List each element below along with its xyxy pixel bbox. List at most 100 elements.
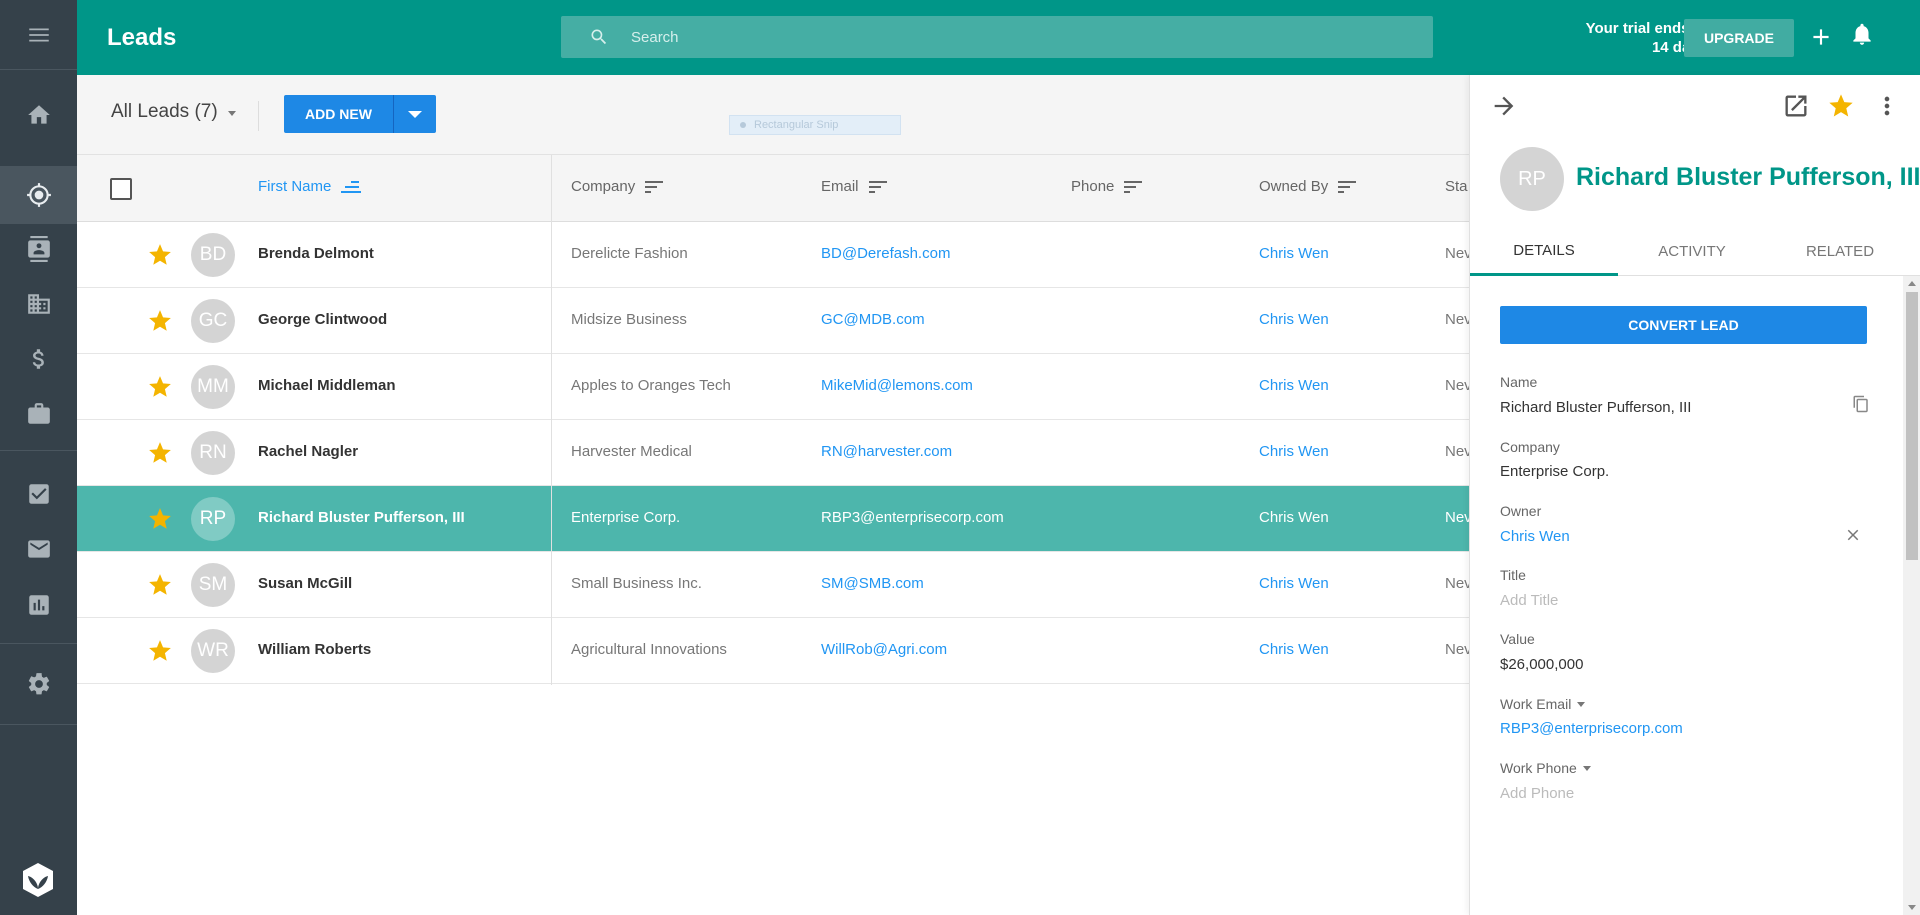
col-status[interactable]: Sta bbox=[1445, 178, 1468, 195]
nav-reports[interactable] bbox=[0, 577, 77, 633]
panel-scrollbar[interactable] bbox=[1903, 276, 1920, 915]
bell-icon[interactable] bbox=[1849, 21, 1875, 47]
nav-tasks[interactable] bbox=[0, 466, 77, 522]
table-row[interactable]: MM Michael Middleman Apples to Oranges Tec… bbox=[77, 354, 1469, 420]
cell-owned-by[interactable]: Chris Wen bbox=[1259, 509, 1329, 526]
cell-email[interactable]: GC@MDB.com bbox=[821, 311, 925, 328]
cell-company[interactable]: Apples to Oranges Tech bbox=[571, 377, 731, 394]
nav-companies[interactable] bbox=[0, 276, 77, 332]
field-work-email-label[interactable]: Work Email bbox=[1500, 696, 1586, 712]
cell-first-name[interactable]: Richard Bluster Pufferson, III bbox=[258, 509, 465, 526]
search-input[interactable] bbox=[631, 16, 1411, 58]
cell-owned-by[interactable]: Chris Wen bbox=[1259, 443, 1329, 460]
convert-lead-button[interactable]: CONVERT LEAD bbox=[1500, 306, 1867, 344]
star-icon[interactable] bbox=[1827, 92, 1855, 120]
scroll-down-arrow-icon[interactable] bbox=[1908, 905, 1916, 910]
nav-contacts[interactable] bbox=[0, 221, 77, 277]
cell-owned-by[interactable]: Chris Wen bbox=[1259, 377, 1329, 394]
cell-status: Nev bbox=[1445, 443, 1469, 460]
table-row[interactable]: SM Susan McGill Small Business Inc. SM@SMB.… bbox=[77, 552, 1469, 618]
col-company[interactable]: Company bbox=[571, 178, 665, 195]
field-title-input[interactable]: Add Title bbox=[1500, 592, 1558, 609]
scrollbar-thumb[interactable] bbox=[1906, 292, 1918, 560]
col-phone-label: Phone bbox=[1071, 178, 1115, 195]
nav-projects[interactable] bbox=[0, 386, 77, 442]
scroll-up-arrow-icon[interactable] bbox=[1908, 281, 1916, 286]
tab-related[interactable]: RELATED bbox=[1766, 227, 1914, 276]
cell-owned-by[interactable]: Chris Wen bbox=[1259, 245, 1329, 262]
cell-email[interactable]: BD@Derefash.com bbox=[821, 245, 950, 262]
nav-mail[interactable] bbox=[0, 521, 77, 577]
cell-first-name[interactable]: William Roberts bbox=[258, 641, 371, 658]
cell-company[interactable]: Enterprise Corp. bbox=[571, 509, 680, 526]
cell-company[interactable]: Agricultural Innovations bbox=[571, 641, 727, 658]
table-row[interactable]: BD Brenda Delmont Derelicte Fashion BD@Dere… bbox=[77, 222, 1469, 288]
field-name-value[interactable]: Richard Bluster Pufferson, III bbox=[1500, 399, 1691, 416]
cell-first-name[interactable]: Rachel Nagler bbox=[258, 443, 358, 460]
cell-first-name[interactable]: George Clintwood bbox=[258, 311, 387, 328]
col-first-name[interactable]: First Name bbox=[258, 178, 362, 195]
open-external-icon[interactable] bbox=[1782, 92, 1810, 120]
star-icon[interactable] bbox=[147, 572, 173, 598]
nav-home[interactable] bbox=[0, 87, 77, 143]
add-new-button[interactable]: ADD NEW bbox=[284, 95, 393, 133]
more-vert-icon[interactable] bbox=[1873, 92, 1901, 120]
col-first-name-label: First Name bbox=[258, 178, 332, 195]
work-phone-label-text: Work Phone bbox=[1500, 760, 1577, 776]
col-phone[interactable]: Phone bbox=[1071, 178, 1144, 195]
table-row[interactable]: RP Richard Bluster Pufferson, III Enterpri… bbox=[77, 486, 1469, 552]
cell-email[interactable]: WillRob@Agri.com bbox=[821, 641, 947, 658]
table-row[interactable]: GC George Clintwood Midsize Business GC@MDB… bbox=[77, 288, 1469, 354]
plus-icon[interactable] bbox=[1808, 24, 1834, 50]
tab-details[interactable]: DETAILS bbox=[1470, 227, 1618, 276]
table-row[interactable]: RN Rachel Nagler Harvester Medical RN@harve… bbox=[77, 420, 1469, 486]
col-email[interactable]: Email bbox=[821, 178, 889, 195]
add-new-dropdown-button[interactable] bbox=[393, 95, 436, 133]
nav-leads[interactable] bbox=[0, 167, 77, 223]
cell-first-name[interactable]: Michael Middleman bbox=[258, 377, 396, 394]
cell-company[interactable]: Small Business Inc. bbox=[571, 575, 702, 592]
table-row[interactable]: WR William Roberts Agricultural Innovation… bbox=[77, 618, 1469, 684]
cell-owned-by[interactable]: Chris Wen bbox=[1259, 641, 1329, 658]
select-all-checkbox[interactable] bbox=[110, 178, 132, 200]
star-icon[interactable] bbox=[147, 506, 173, 532]
cell-email[interactable]: MikeMid@lemons.com bbox=[821, 377, 973, 394]
menu-button[interactable] bbox=[0, 7, 77, 63]
field-value-value[interactable]: $26,000,000 bbox=[1500, 656, 1583, 673]
contacts-icon bbox=[27, 236, 50, 262]
star-icon[interactable] bbox=[147, 638, 173, 664]
search-box[interactable] bbox=[561, 16, 1433, 58]
field-work-email-value[interactable]: RBP3@enterprisecorp.com bbox=[1500, 720, 1683, 737]
col-owned-by[interactable]: Owned By bbox=[1259, 178, 1358, 195]
cell-email[interactable]: SM@SMB.com bbox=[821, 575, 924, 592]
cell-owned-by[interactable]: Chris Wen bbox=[1259, 311, 1329, 328]
star-icon[interactable] bbox=[147, 242, 173, 268]
cell-first-name[interactable]: Brenda Delmont bbox=[258, 245, 374, 262]
cell-company[interactable]: Midsize Business bbox=[571, 311, 687, 328]
arrow-right-icon[interactable] bbox=[1490, 92, 1518, 120]
star-icon[interactable] bbox=[147, 374, 173, 400]
cell-status: Nev bbox=[1445, 377, 1469, 394]
avatar: BD bbox=[191, 233, 235, 277]
view-selector[interactable]: All Leads (7) bbox=[111, 101, 236, 123]
logo-leaf-icon[interactable] bbox=[19, 861, 57, 899]
nav-deals[interactable] bbox=[0, 331, 77, 387]
cell-owned-by[interactable]: Chris Wen bbox=[1259, 575, 1329, 592]
tab-activity[interactable]: ACTIVITY bbox=[1618, 227, 1766, 276]
field-company-value[interactable]: Enterprise Corp. bbox=[1500, 463, 1609, 480]
close-icon[interactable] bbox=[1844, 526, 1862, 544]
star-icon[interactable] bbox=[147, 308, 173, 334]
cell-first-name[interactable]: Susan McGill bbox=[258, 575, 352, 592]
cell-email[interactable]: RN@harvester.com bbox=[821, 443, 952, 460]
cell-company[interactable]: Derelicte Fashion bbox=[571, 245, 688, 262]
nav-settings[interactable] bbox=[0, 656, 77, 712]
cell-company[interactable]: Harvester Medical bbox=[571, 443, 692, 460]
companies-icon bbox=[27, 294, 50, 314]
copy-icon[interactable] bbox=[1852, 395, 1870, 413]
star-icon[interactable] bbox=[147, 440, 173, 466]
field-work-phone-input[interactable]: Add Phone bbox=[1500, 785, 1574, 802]
upgrade-button[interactable]: UPGRADE bbox=[1684, 19, 1794, 57]
field-owner-value[interactable]: Chris Wen bbox=[1500, 528, 1570, 545]
cell-email[interactable]: RBP3@enterprisecorp.com bbox=[821, 509, 1004, 526]
field-work-phone-label[interactable]: Work Phone bbox=[1500, 760, 1591, 776]
